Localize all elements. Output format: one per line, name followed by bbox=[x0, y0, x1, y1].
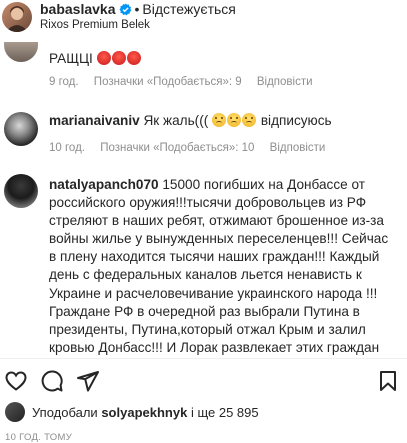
post-header: babaslavka • Відстежується Rixos Premium… bbox=[0, 0, 407, 36]
likes-count[interactable]: і ще 25 895 bbox=[191, 405, 259, 420]
heart-icon[interactable] bbox=[4, 369, 28, 393]
verified-badge-icon bbox=[118, 2, 131, 15]
comment-likes-link[interactable]: Позначки «Подобається»: 9 bbox=[94, 76, 242, 88]
angry-face-icon bbox=[96, 51, 111, 65]
author-row: babaslavka • Відстежується bbox=[40, 1, 236, 17]
comment-age: 10 год. bbox=[49, 142, 85, 154]
comment-meta: 9 год. Позначки «Подобається»: 9 Відпові… bbox=[49, 76, 325, 88]
comment-body-tail: відписуюсь bbox=[260, 113, 332, 128]
comment-item: РАЩЦІ 9 год. Позначки «Подобається»: 9 В… bbox=[0, 36, 407, 100]
commenter-username[interactable]: marianaivaniv bbox=[49, 113, 140, 128]
sad-face-icon bbox=[242, 113, 257, 127]
sad-face-icon bbox=[227, 113, 242, 127]
comments-list[interactable]: РАЩЦІ 9 год. Позначки «Подобається»: 9 В… bbox=[0, 36, 407, 358]
share-icon[interactable] bbox=[76, 369, 100, 393]
comment-body: 15000 погибших на Донбассе от российског… bbox=[49, 177, 389, 358]
comment-likes-link[interactable]: Позначки «Подобається»: 10 bbox=[100, 142, 254, 154]
comment-text: marianaivaniv Як жаль((( відписуюсь bbox=[49, 112, 332, 130]
author-username[interactable]: babaslavka bbox=[40, 1, 116, 17]
bookmark-icon[interactable] bbox=[376, 369, 400, 393]
angry-face-icon bbox=[126, 51, 141, 65]
post-actions bbox=[0, 358, 407, 398]
reply-button[interactable]: Відповісти bbox=[257, 76, 313, 88]
comment-body: РАЩЦІ bbox=[49, 51, 93, 66]
likes-summary[interactable]: Уподобали solyapekhnyk і ще 25 895 bbox=[0, 400, 407, 424]
reply-button[interactable]: Відповісти bbox=[270, 142, 326, 154]
comment-item: natalyapanch070 15000 погибших на Донбас… bbox=[0, 172, 407, 358]
angry-face-icon bbox=[111, 51, 126, 65]
comment-body: Як жаль((( bbox=[143, 113, 209, 128]
liker-avatar bbox=[5, 402, 25, 422]
commenter-avatar[interactable] bbox=[4, 42, 38, 62]
post-timestamp: 10 ГОД. ТОМУ bbox=[5, 432, 73, 443]
liker-username[interactable]: solyapekhnyk bbox=[101, 405, 187, 420]
likes-text: Уподобали solyapekhnyk і ще 25 895 bbox=[32, 405, 259, 420]
comment-icon[interactable] bbox=[40, 369, 64, 393]
sad-face-icon bbox=[212, 113, 227, 127]
commenter-avatar[interactable] bbox=[4, 174, 38, 208]
comment-item: marianaivaniv Як жаль((( відписуюсь 10 г… bbox=[0, 108, 407, 168]
following-button[interactable]: Відстежується bbox=[142, 1, 235, 17]
commenter-avatar[interactable] bbox=[4, 112, 38, 146]
comment-meta: 10 год. Позначки «Подобається»: 10 Відпо… bbox=[49, 142, 337, 154]
separator-dot: • bbox=[134, 1, 140, 17]
likes-prefix: Уподобали bbox=[32, 405, 98, 420]
comment-text: РАЩЦІ bbox=[49, 50, 142, 68]
comment-text: natalyapanch070 15000 погибших на Донбас… bbox=[49, 176, 391, 358]
author-avatar[interactable] bbox=[2, 2, 32, 32]
post-location[interactable]: Rixos Premium Belek bbox=[40, 19, 150, 31]
commenter-username[interactable]: natalyapanch070 bbox=[49, 177, 159, 192]
comment-age: 9 год. bbox=[49, 76, 79, 88]
